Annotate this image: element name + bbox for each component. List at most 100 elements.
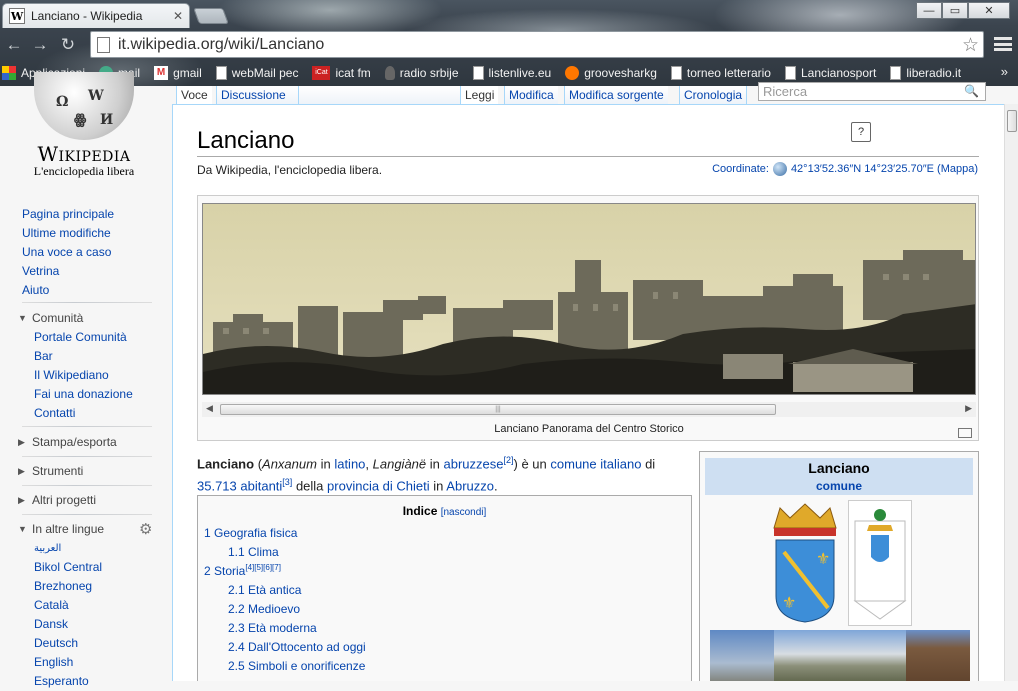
infobox-photo-strip[interactable] (710, 630, 970, 681)
minimize-button[interactable]: — (916, 2, 942, 19)
panorama-image[interactable] (202, 203, 976, 395)
nav-aiuto[interactable]: Aiuto (22, 281, 162, 300)
bookmark-label: radio srbije (399, 65, 459, 80)
link-donazione[interactable]: Fai una donazione (18, 385, 152, 404)
infobox-type-link[interactable]: comune (705, 479, 973, 493)
toc-item[interactable]: 1.1 Clima (228, 545, 279, 559)
bookmark-item[interactable]: Mgmail (154, 65, 202, 80)
portal-comunita-toggle[interactable]: ▼ Comunità (18, 308, 152, 328)
coat-of-arms-image[interactable]: ⚜ ⚜ (768, 500, 842, 626)
link-portale-comunita[interactable]: Portale Comunità (18, 328, 152, 347)
scroll-right-icon[interactable]: ▶ (965, 403, 972, 414)
tab-cronologia[interactable]: Cronologia (679, 86, 748, 104)
link-abruzzese[interactable]: abruzzese (444, 456, 504, 471)
portal-strumenti-toggle[interactable]: ▶ Strumenti (18, 461, 152, 481)
link-abitanti[interactable]: 35.713 abitanti (197, 479, 282, 494)
toc-item[interactable]: 2.1 Età antica (228, 583, 301, 597)
bookmarks-overflow-icon[interactable]: » (1001, 64, 1008, 79)
portal-stampa-label: Stampa/esporta (32, 435, 117, 449)
forward-arrow-icon[interactable]: → (30, 35, 50, 54)
lang-bikol[interactable]: Bikol Central (18, 558, 152, 577)
lang-english[interactable]: English (18, 653, 152, 672)
triangle-down-icon: ▼ (18, 313, 27, 323)
lang-arabic[interactable]: العربية (18, 539, 152, 558)
bookmark-item[interactable]: groovesharkg (565, 65, 657, 80)
gear-icon[interactable]: ⚙ (139, 520, 152, 538)
browser-menu-icon[interactable] (994, 35, 1012, 53)
toc-item[interactable]: 1 Geografia fisica (204, 526, 297, 540)
nav-pagina-principale[interactable]: Pagina principale (22, 205, 162, 224)
tab-modifica-sorgente[interactable]: Modifica sorgente (564, 86, 668, 104)
town-photo[interactable] (774, 630, 906, 681)
tab-discussione[interactable]: Discussione (216, 86, 298, 104)
lang-brezhoneg[interactable]: Brezhoneg (18, 577, 152, 596)
nav-ultime-modifiche[interactable]: Ultime modifiche (22, 224, 162, 243)
address-bar[interactable]: it.wikipedia.org/wiki/Lanciano ☆ (90, 31, 984, 58)
table-of-contents: Indice [nascondi] 1 Geografia fisica 1.1… (197, 495, 692, 681)
portal-comunita-label: Comunità (32, 311, 84, 325)
lang-deutsch[interactable]: Deutsch (18, 634, 152, 653)
help-icon[interactable]: ? (851, 122, 871, 142)
bookmark-item[interactable]: torneo letterario (670, 65, 771, 80)
tab-voce[interactable]: Voce (176, 86, 212, 104)
bookmark-label: torneo letterario (686, 65, 771, 80)
tab-close-icon[interactable]: ✕ (173, 9, 183, 23)
bookmark-item[interactable]: Lancianosport (784, 65, 876, 80)
bookmark-star-icon[interactable]: ☆ (962, 34, 979, 57)
bookmark-item[interactable]: webMail pec (215, 65, 298, 80)
link-abruzzo[interactable]: Abruzzo (446, 479, 494, 494)
search-input[interactable]: Ricerca 🔍 (758, 82, 986, 101)
logo-wordmark: Wikipedia (37, 142, 131, 166)
portal-stampa-toggle[interactable]: ▶ Stampa/esporta (18, 432, 152, 452)
tab-modifica[interactable]: Modifica (504, 86, 558, 104)
triangle-right-icon: ▶ (18, 465, 25, 476)
toc-item[interactable]: 2.5 Simboli e onorificenze (228, 659, 365, 673)
lang-dansk[interactable]: Dansk (18, 615, 152, 634)
nav-vetrina[interactable]: Vetrina (22, 262, 162, 281)
reload-icon[interactable]: ↻ (58, 35, 78, 54)
toc-hide-link[interactable]: [nascondi] (441, 507, 487, 518)
church-photo[interactable] (710, 630, 774, 681)
nav-voce-a-caso[interactable]: Una voce a caso (22, 243, 162, 262)
bookmark-item[interactable]: iCat icat fm (312, 65, 371, 80)
link-latino[interactable]: latino (334, 456, 365, 471)
tower-photo[interactable] (906, 630, 970, 681)
toc-item[interactable]: 2.3 Età moderna (228, 621, 317, 635)
lang-esperanto[interactable]: Esperanto (18, 672, 152, 691)
bookmark-item[interactable]: radio srbije (384, 65, 459, 80)
link-provincia-chieti[interactable]: provincia di Chieti (327, 479, 430, 494)
close-window-button[interactable]: ✕ (968, 2, 1010, 19)
bookmark-item[interactable]: liberadio.it (890, 65, 961, 80)
panorama-scrollbar[interactable]: ◀ ||| ▶ (202, 402, 976, 417)
link-contatti[interactable]: Contatti (18, 404, 152, 423)
link-comune-italiano[interactable]: comune italiano (550, 456, 641, 471)
gonfalon-image[interactable] (848, 500, 912, 626)
lang-catala[interactable]: Català (18, 596, 152, 615)
new-tab-button[interactable] (193, 8, 229, 24)
back-arrow-icon[interactable]: ← (4, 35, 24, 54)
browser-tab[interactable]: W Lanciano - Wikipedia ✕ (2, 3, 190, 28)
link-bar[interactable]: Bar (18, 347, 152, 366)
triangle-right-icon: ▶ (18, 494, 25, 505)
link-wikipediano[interactable]: Il Wikipediano (18, 366, 152, 385)
page-scrollbar-thumb[interactable] (1007, 110, 1017, 132)
portal-altri-progetti-toggle[interactable]: ▶ Altri progetti (18, 490, 152, 510)
ref-2[interactable]: [2] (504, 455, 514, 465)
tab-leggi[interactable]: Leggi (460, 86, 499, 104)
page-scrollbar[interactable] (1004, 104, 1018, 681)
ref-3[interactable]: [3] (282, 477, 292, 487)
restore-button[interactable]: ▭ (942, 2, 968, 19)
portal-lingue-toggle[interactable]: ▼ In altre lingue (18, 519, 152, 539)
coordinates-link[interactable]: 42°13′52.36″N 14°23′25.70″E (Mappa) (791, 163, 978, 175)
globe-icon[interactable] (772, 162, 787, 176)
enlarge-icon[interactable] (958, 428, 972, 438)
bookmark-item[interactable]: listenlive.eu (472, 65, 551, 80)
scroll-left-icon[interactable]: ◀ (206, 403, 213, 414)
wikipedia-logo[interactable]: Ω W ꙮ И Wikipedia L'enciclopedia libera (22, 72, 146, 178)
toc-item[interactable]: 2.4 Dall'Ottocento ad oggi (228, 640, 366, 654)
portal-lingue: ▼ In altre lingue العربية Bikol Central … (18, 519, 152, 691)
toc-item[interactable]: 2 Storia[4][5][6][7] (204, 563, 281, 578)
scrollbar-thumb[interactable]: ||| (220, 404, 776, 415)
search-icon[interactable]: 🔍 (964, 84, 979, 98)
toc-item[interactable]: 2.2 Medioevo (228, 602, 300, 616)
